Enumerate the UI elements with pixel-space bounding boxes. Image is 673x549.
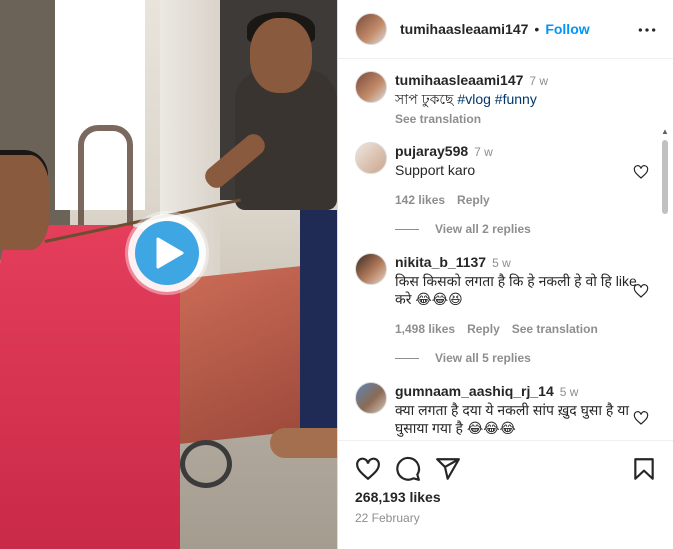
caption: tumihaasleaami147 7 w সাপ ঢুকছে #vlog #fu…: [355, 71, 645, 128]
reply-button[interactable]: Reply: [457, 191, 490, 209]
comment-username[interactable]: gumnaam_aashiq_rj_14: [395, 383, 554, 399]
heart-icon[interactable]: [355, 456, 381, 482]
post-actions: 268,193 likes 22 February: [338, 440, 673, 549]
reply-button[interactable]: Reply: [467, 320, 500, 338]
post-header: tumihaasleaami147 • Follow: [338, 0, 673, 59]
post-date[interactable]: 22 February: [355, 511, 420, 525]
heart-icon[interactable]: [633, 164, 649, 180]
like-count[interactable]: 268,193 likes: [355, 489, 441, 505]
comment-username[interactable]: nikita_b_1137: [395, 254, 486, 270]
comment-avatar[interactable]: [355, 253, 387, 285]
scroll-up-arrow-icon[interactable]: ▲: [661, 128, 669, 136]
see-translation-link[interactable]: See translation: [395, 110, 645, 128]
comment-item: nikita_b_1137 5 w किस किसको लगता है कि हे…: [355, 253, 649, 338]
comment-text: क्या लगता है दया ये नकली सांप ख़ुद घुसा …: [395, 402, 629, 436]
hashtag-link[interactable]: #funny: [495, 91, 537, 107]
comment-time[interactable]: 7 w: [474, 145, 493, 159]
comment-text: Support karo: [395, 162, 476, 178]
view-replies-button[interactable]: View all 5 replies: [395, 351, 531, 365]
caption-text: সাপ ঢুকছে #vlog #funny: [395, 91, 537, 107]
replies-divider: [395, 228, 419, 230]
comment-avatar[interactable]: [355, 142, 387, 174]
see-translation-link[interactable]: See translation: [512, 320, 598, 338]
scrollbar-thumb[interactable]: [662, 140, 668, 214]
comments-list[interactable]: tumihaasleaami147 7 w সাপ ঢুকছে #vlog #fu…: [338, 60, 673, 440]
caption-time[interactable]: 7 w: [529, 74, 548, 88]
post-side-panel: tumihaasleaami147 • Follow tumihaasleaam…: [337, 0, 673, 549]
hashtag-link[interactable]: #vlog: [457, 91, 490, 107]
comment-likes[interactable]: 142 likes: [395, 191, 445, 209]
comment-icon[interactable]: [395, 456, 421, 482]
post-video[interactable]: [0, 0, 337, 549]
comment-time[interactable]: 5 w: [492, 256, 511, 270]
comment-text: किस किसको लगता है कि हे नकली हे वो हि li…: [395, 273, 637, 307]
author-username[interactable]: tumihaasleaami147: [400, 21, 528, 37]
play-icon: [135, 221, 199, 285]
heart-icon[interactable]: [633, 410, 649, 426]
play-button[interactable]: [128, 214, 206, 292]
caption-avatar[interactable]: [355, 71, 387, 103]
comment-item: gumnaam_aashiq_rj_14 5 w क्या लगता है दया…: [355, 382, 649, 437]
heart-icon[interactable]: [633, 283, 649, 299]
author-avatar[interactable]: [355, 13, 387, 45]
caption-username[interactable]: tumihaasleaami147: [395, 72, 523, 88]
comments-scrollbar[interactable]: ▲ ▼: [660, 128, 670, 440]
comment-likes[interactable]: 1,498 likes: [395, 320, 455, 338]
follow-button[interactable]: Follow: [545, 21, 589, 37]
comment-time[interactable]: 5 w: [560, 385, 579, 399]
comment-avatar[interactable]: [355, 382, 387, 414]
share-icon[interactable]: [435, 456, 461, 482]
view-replies-button[interactable]: View all 2 replies: [395, 222, 531, 236]
separator-dot: •: [534, 21, 540, 37]
bookmark-icon[interactable]: [631, 456, 657, 482]
comment-username[interactable]: pujaray598: [395, 143, 468, 159]
replies-divider: [395, 357, 419, 359]
comment-item: pujaray598 7 w Support karo 142 likes Rep…: [355, 142, 649, 209]
more-options-icon[interactable]: [637, 20, 657, 40]
